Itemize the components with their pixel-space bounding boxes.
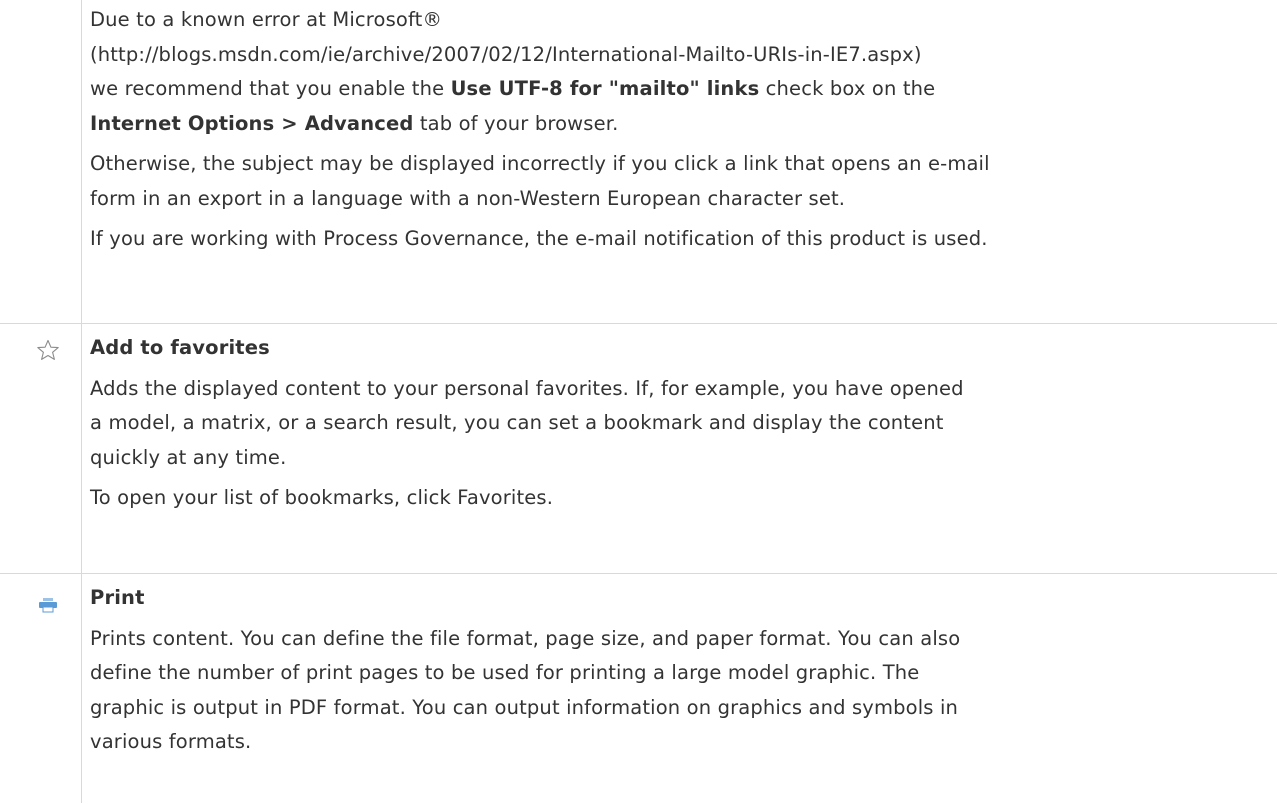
print-title: Print — [90, 586, 145, 609]
favorites-desc-line-2: a model, a matrix, or a search result, y… — [90, 411, 944, 434]
utf8-option-label: Use UTF-8 for "mailto" links — [450, 77, 760, 100]
table-row-mailto: Due to a known error at Microsoft® (http… — [0, 0, 1277, 323]
help-table: Due to a known error at Microsoft® (http… — [0, 0, 1277, 803]
favorites-desc-line-1: Adds the displayed content to your perso… — [90, 376, 964, 400]
print-desc-line-2: define the number of print pages to be u… — [90, 661, 920, 684]
description-cell: Due to a known error at Microsoft® (http… — [90, 3, 1277, 257]
favorites-note: To open your list of bookmarks, click Fa… — [90, 486, 554, 509]
mailto-line-4: Internet Options > Advanced tab of your … — [90, 111, 619, 135]
mailto-para2-line-2: form in an export in a language with a n… — [90, 186, 846, 210]
mailto-line-1: Due to a known error at Microsoft® — [90, 8, 443, 31]
printer-icon — [39, 598, 57, 613]
internet-options-path: Internet Options > Advanced — [90, 111, 414, 135]
mailto-url: (http://blogs.msdn.com/ie/archive/2007/0… — [90, 42, 922, 66]
table-row-favorites: Add to favorites Adds the displayed cont… — [0, 323, 1277, 574]
print-desc-line-4: various formats. — [90, 730, 252, 753]
mailto-line-3: we recommend that you enable the Use UTF… — [90, 77, 936, 100]
description-cell: Add to favorites Adds the displayed cont… — [90, 331, 1277, 516]
mailto-para3: If you are working with Process Governan… — [90, 227, 988, 250]
description-cell: Print Prints content. You can define the… — [90, 581, 1277, 760]
mailto-para2-line-1: Otherwise, the subject may be displayed … — [90, 152, 990, 175]
favorites-desc-line-3: quickly at any time. — [90, 445, 287, 469]
print-desc-line-1: Prints content. You can define the file … — [90, 626, 961, 650]
print-desc-line-3: graphic is output in PDF format. You can… — [90, 695, 959, 719]
star-icon — [37, 339, 59, 360]
table-row-print: Print Prints content. You can define the… — [0, 573, 1277, 804]
favorites-title: Add to favorites — [90, 336, 270, 359]
